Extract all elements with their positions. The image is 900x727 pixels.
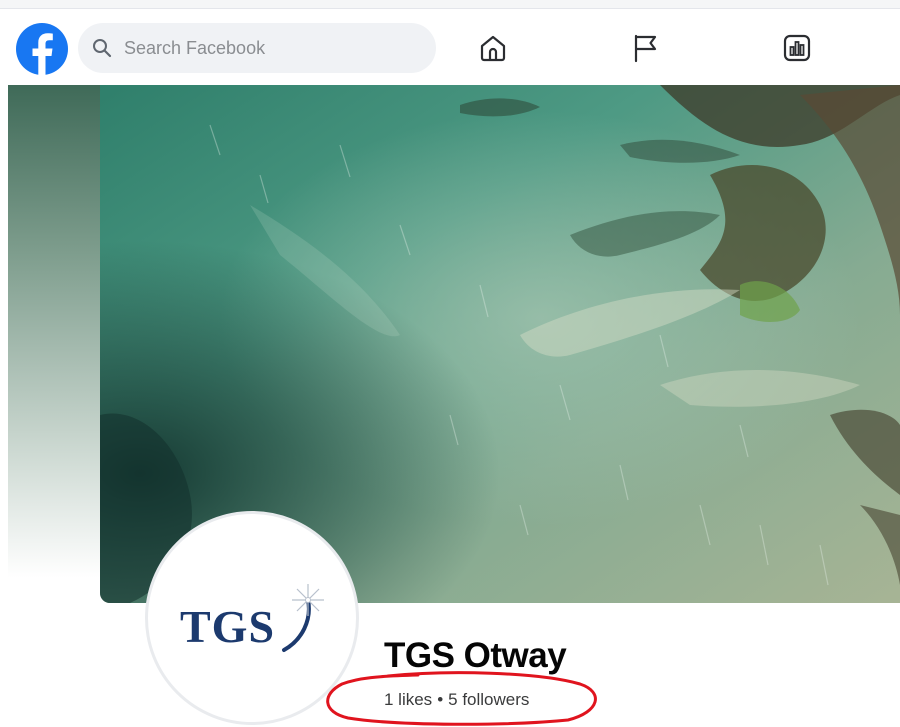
facebook-logo-icon[interactable] [16, 23, 68, 75]
tgs-star-arc-icon [282, 584, 324, 652]
search-icon [93, 39, 112, 58]
insights-icon[interactable] [782, 33, 812, 63]
search-input[interactable] [122, 36, 416, 60]
red-circle-annotation [326, 671, 597, 726]
cover-side-gradient [8, 85, 100, 645]
search-box[interactable] [78, 23, 436, 73]
avatar-logo-text: TGS [180, 601, 276, 652]
home-icon[interactable] [478, 33, 508, 63]
flag-icon[interactable] [630, 33, 660, 63]
browser-top-strip [0, 0, 900, 9]
top-navbar [0, 9, 900, 85]
